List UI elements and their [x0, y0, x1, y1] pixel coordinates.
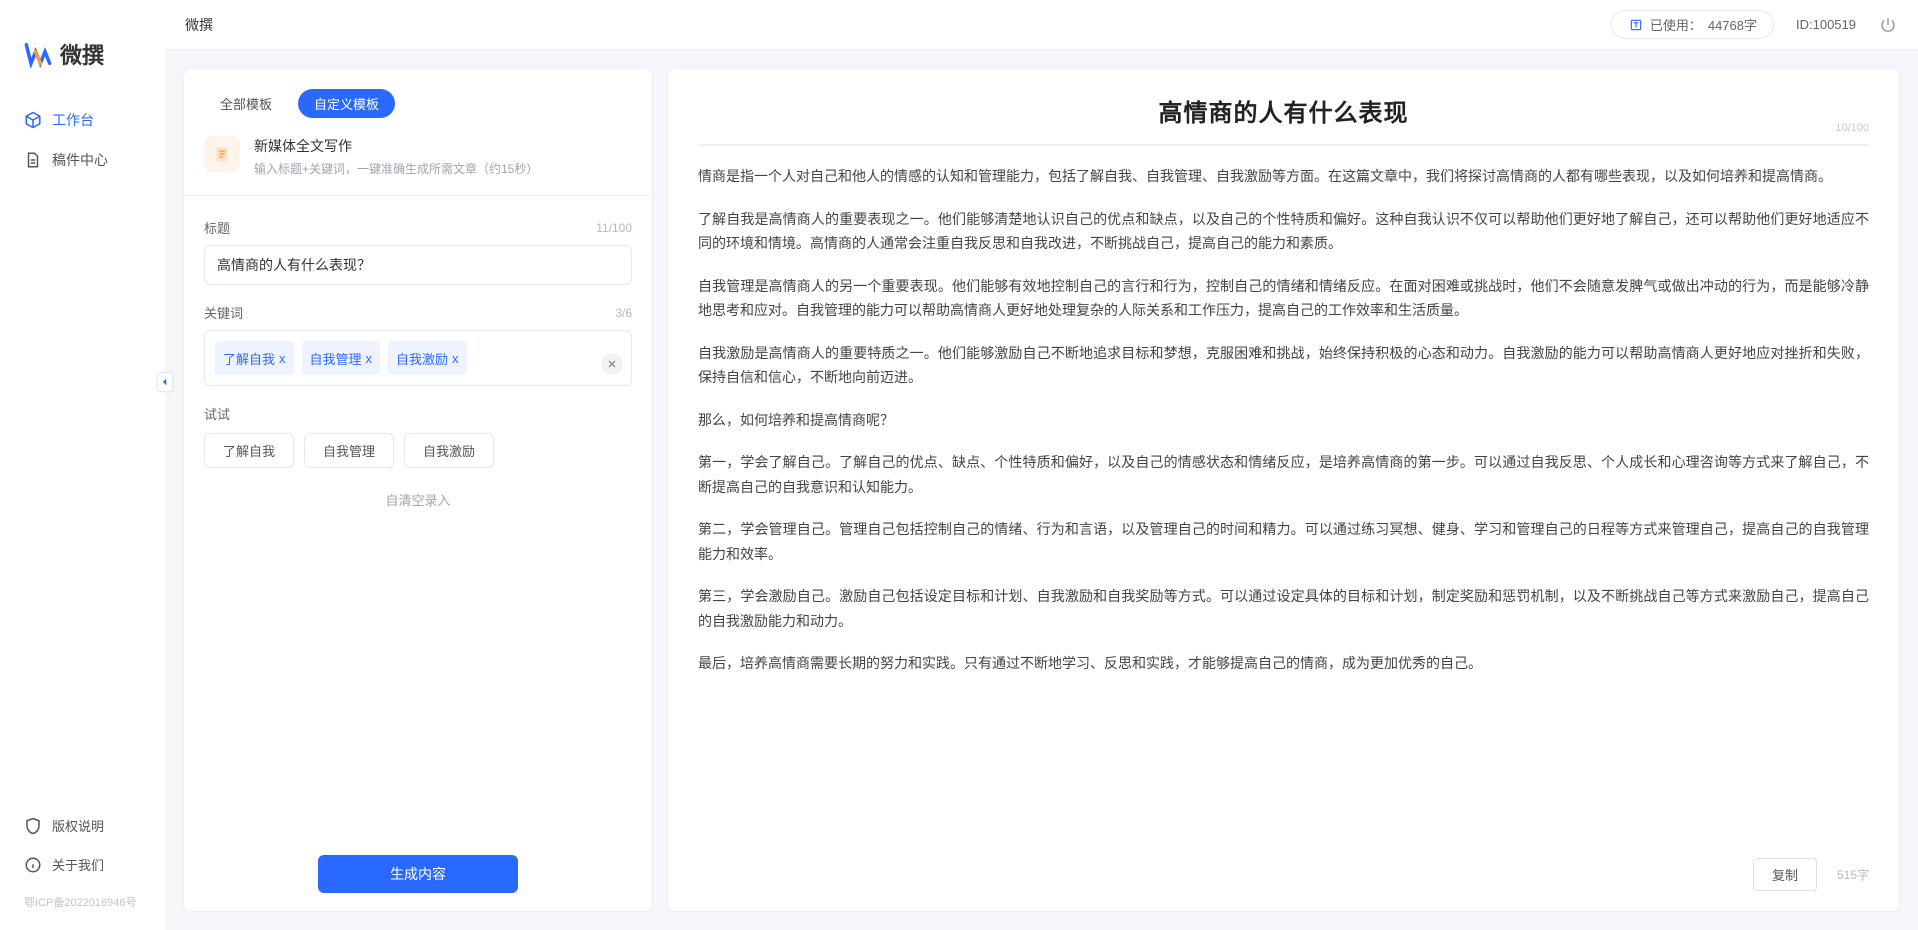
sidebar-item-label: 工作台: [52, 110, 94, 130]
sidebar-item-label: 版权说明: [52, 816, 104, 835]
document-icon: [24, 151, 42, 169]
power-button[interactable]: [1878, 15, 1898, 35]
keyword-chip[interactable]: 自我管理 x: [302, 341, 381, 375]
suggest-chip[interactable]: 自我激励: [404, 433, 494, 468]
suggest-label: 试试: [204, 404, 230, 423]
icp-footer: 鄂ICP备2022016946号: [0, 890, 165, 914]
page-title: 微撰: [185, 15, 213, 35]
char-count: 515字: [1837, 866, 1869, 883]
output-title-counter: 10/100: [1835, 122, 1869, 134]
keyword-label: 关键词: [204, 303, 243, 322]
output-body[interactable]: 情商是指一个人对自己和他人的情感的认知和管理能力，包括了解自我、自我管理、自我激…: [698, 164, 1869, 848]
tab-all-templates[interactable]: 全部模板: [204, 89, 288, 118]
sidebar-item-drafts[interactable]: 稿件中心: [0, 140, 165, 180]
config-panel: 全部模板 自定义模板 新媒体全文写作 输入标题+关键词，一键准确生成所需文章（约…: [183, 68, 653, 912]
app-logo: 微撰: [0, 16, 165, 100]
output-paragraph: 了解自我是高情商人的重要表现之一。他们能够清楚地认识自己的优点和缺点，以及自己的…: [698, 207, 1869, 256]
sidebar-nav: 工作台 稿件中心: [0, 100, 165, 806]
output-title[interactable]: 高情商的人有什么表现: [698, 93, 1869, 128]
sidebar: 微撰 工作台 稿件中心 版权说明: [0, 0, 165, 930]
shield-icon: [24, 817, 42, 835]
chip-remove-icon[interactable]: x: [366, 351, 373, 366]
close-icon: [606, 358, 618, 370]
usage-pill[interactable]: 已使用： 44768字: [1611, 10, 1774, 39]
title-label: 标题: [204, 218, 230, 237]
info-icon: [24, 856, 42, 874]
suggest-chip[interactable]: 了解自我: [204, 433, 294, 468]
divider: [184, 195, 652, 196]
usage-value: 44768字: [1708, 15, 1757, 34]
logo-icon: [24, 40, 52, 68]
template-tabs: 全部模板 自定义模板: [184, 89, 652, 136]
user-id: ID:100519: [1796, 17, 1856, 32]
output-paragraph: 第三，学会激励自己。激励自己包括设定目标和计划、自我激励和自我奖励等方式。可以通…: [698, 584, 1869, 633]
sidebar-item-about[interactable]: 关于我们: [0, 845, 165, 884]
template-icon: [204, 136, 240, 172]
collapse-toggle[interactable]: [157, 372, 173, 392]
output-paragraph: 情商是指一个人对自己和他人的情感的认知和管理能力，包括了解自我、自我管理、自我激…: [698, 164, 1869, 189]
keyword-chip-text: 了解自我: [223, 349, 275, 368]
output-panel: 高情商的人有什么表现 10/100 情商是指一个人对自己和他人的情感的认知和管理…: [667, 68, 1900, 912]
usage-label: 已使用：: [1650, 15, 1702, 34]
article-icon: [213, 145, 231, 163]
generate-button[interactable]: 生成内容: [318, 855, 518, 893]
copy-button[interactable]: 复制: [1753, 858, 1817, 891]
title-counter: 11/100: [596, 221, 632, 235]
sidebar-item-label: 关于我们: [52, 855, 104, 874]
tab-custom-templates[interactable]: 自定义模板: [298, 89, 395, 118]
text-icon: [1628, 17, 1644, 33]
keyword-chip-text: 自我激励: [396, 349, 448, 368]
output-paragraph: 自我激励是高情商人的重要特质之一。他们能够激励自己不断地追求目标和梦想，克服困难…: [698, 341, 1869, 390]
output-paragraph: 那么，如何培养和提高情商呢？: [698, 408, 1869, 433]
sidebar-secondary: 版权说明 关于我们: [0, 806, 165, 890]
keyword-chip[interactable]: 自我激励 x: [388, 341, 467, 375]
keyword-box[interactable]: 了解自我 x 自我管理 x 自我激励 x: [204, 330, 632, 386]
keyword-counter: 3/6: [615, 306, 632, 320]
output-paragraph: 第一，学会了解自己。了解自己的优点、缺点、个性特质和偏好，以及自己的情感状态和情…: [698, 450, 1869, 499]
output-paragraph: 自我管理是高情商人的另一个重要表现。他们能够有效地控制自己的言行和行为，控制自己…: [698, 274, 1869, 323]
keyword-clear-button[interactable]: [601, 353, 623, 375]
chip-remove-icon[interactable]: x: [452, 351, 459, 366]
title-input[interactable]: [204, 245, 632, 285]
suggest-row: 了解自我 自我管理 自我激励: [204, 433, 632, 468]
keyword-chip-text: 自我管理: [310, 349, 362, 368]
sidebar-item-workbench[interactable]: 工作台: [0, 100, 165, 140]
sidebar-item-copyright[interactable]: 版权说明: [0, 806, 165, 845]
keyword-chip[interactable]: 了解自我 x: [215, 341, 294, 375]
chip-remove-icon[interactable]: x: [279, 351, 286, 366]
template-desc: 输入标题+关键词，一键准确生成所需文章（约15秒）: [254, 160, 538, 177]
power-icon: [1879, 16, 1897, 34]
cube-icon: [24, 111, 42, 129]
suggest-chip[interactable]: 自我管理: [304, 433, 394, 468]
template-card[interactable]: 新媒体全文写作 输入标题+关键词，一键准确生成所需文章（约15秒）: [184, 136, 652, 191]
output-paragraph: 第二，学会管理自己。管理自己包括控制自己的情绪、行为和言语，以及管理自己的时间和…: [698, 517, 1869, 566]
output-paragraph: 最后，培养高情商需要长期的努力和实践。只有通过不断地学习、反思和实践，才能够提高…: [698, 651, 1869, 676]
template-name: 新媒体全文写作: [254, 136, 538, 156]
sidebar-item-label: 稿件中心: [52, 150, 108, 170]
topbar: 微撰 已使用： 44768字 ID:100519: [165, 0, 1918, 50]
chevron-left-icon: [160, 377, 170, 387]
logo-text: 微撰: [60, 38, 104, 70]
auto-clear-toggle[interactable]: 自清空录入: [204, 490, 632, 509]
